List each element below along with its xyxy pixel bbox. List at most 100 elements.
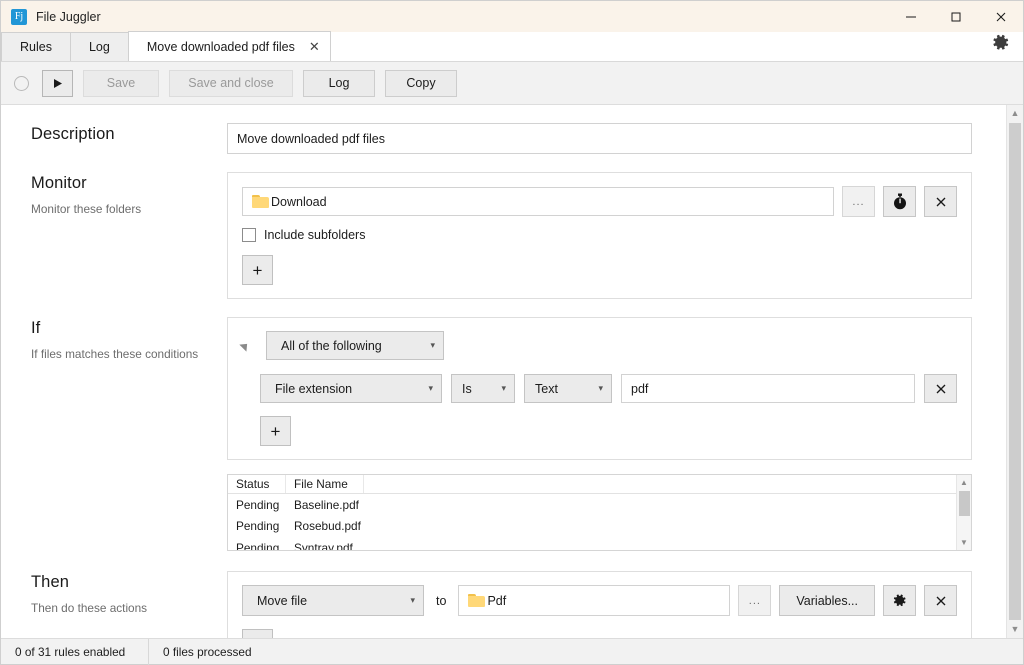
column-header-file-name[interactable]: File Name [286,475,364,493]
save-button[interactable]: Save [83,69,159,97]
main-scrollbar[interactable]: ▲ ▼ [1006,105,1023,638]
copy-button[interactable]: Copy [385,69,457,97]
table-scrollbar-thumb[interactable] [958,491,970,516]
chevron-down-icon: ▾ [501,383,506,393]
settings-gear-icon[interactable] [991,33,1010,57]
window-controls [888,1,1023,32]
action-to-label: to [436,593,447,608]
status-files-processed: 0 files processed [163,644,252,659]
cell-file-name: Baseline.pdf [294,497,359,512]
condition-field-value: File extension [275,381,353,396]
if-label-col: If If files matches these conditions [31,317,227,551]
condition-operator-combo[interactable]: Is ▾ [451,374,515,403]
scroll-down-icon[interactable]: ▼ [960,535,968,550]
close-icon[interactable] [978,1,1023,32]
action-type-combo[interactable]: Move file ▾ [242,585,424,616]
cell-file-name: Rosebud.pdf [294,519,361,534]
application-window: File Juggler Rules Log Move downloaded p… [0,0,1024,665]
action-settings-button[interactable] [883,585,916,616]
if-field-col: All of the following ▾ File extension ▾ … [227,317,972,551]
tab-move-downloaded-pdf-files[interactable]: Move downloaded pdf files ✕ [127,31,331,61]
condition-value-input[interactable]: pdf [621,374,915,403]
chevron-down-icon: ▾ [598,383,603,393]
action-remove-button[interactable] [924,585,957,616]
tab-label: Rules [20,40,52,54]
then-field-col: Move file ▾ to Pdf ... Variables... [227,571,972,638]
save-and-close-button[interactable]: Save and close [169,69,293,97]
cell-status: Pending [236,519,280,534]
scroll-down-icon[interactable]: ▼ [1011,621,1020,638]
monitor-panel: Download ... Include subfolders + [227,172,972,299]
table-row[interactable]: Pending Rosebud.pdf [228,516,956,538]
monitor-row: Monitor Monitor these folders Download .… [1,172,1006,299]
condition-operator-value: Is [462,381,472,396]
scroll-up-icon[interactable]: ▲ [960,475,968,490]
rule-enabled-toggle[interactable] [14,75,29,91]
column-header-blank[interactable] [364,475,956,493]
action-variables-button[interactable]: Variables... [779,585,875,616]
monitor-remove-button[interactable] [924,186,957,217]
description-value: Move downloaded pdf files [237,131,386,146]
action-destination-input[interactable]: Pdf [458,585,731,616]
if-title: If [31,319,41,337]
action-browse-button[interactable]: ... [738,585,772,616]
monitor-add-folder-button[interactable]: + [242,255,273,285]
rule-editor-content: Description Move downloaded pdf files Mo… [1,105,1006,638]
condition-value-type-value: Text [535,381,558,396]
tab-label: Log [88,40,110,54]
minimize-icon[interactable] [888,1,933,32]
table-scrollbar[interactable]: ▲ ▼ [956,475,971,550]
run-rule-button[interactable] [42,69,73,97]
title-bar: File Juggler [1,1,1023,32]
monitor-label-col: Monitor Monitor these folders [31,172,227,299]
description-label-col: Description [31,123,227,154]
if-panel: All of the following ▾ File extension ▾ … [227,317,972,460]
content-wrapper: Description Move downloaded pdf files Mo… [1,105,1023,638]
matched-files-table: Status File Name Pending Baseline.pdf Pe… [227,474,972,551]
match-mode-combo[interactable]: All of the following ▾ [266,331,444,360]
maximize-icon[interactable] [933,1,978,32]
scroll-up-icon[interactable]: ▲ [1011,105,1020,122]
monitor-browse-button[interactable]: ... [842,186,875,217]
column-header-status[interactable]: Status [228,475,286,493]
tab-close-icon[interactable]: ✕ [309,40,320,53]
description-field-col: Move downloaded pdf files [227,123,972,154]
main-scrollbar-thumb[interactable] [1009,123,1021,620]
monitor-folder-row: Download ... [242,186,957,217]
include-subfolders-label: Include subfolders [264,228,366,242]
monitor-folder-input[interactable]: Download [242,187,834,216]
tab-rules[interactable]: Rules [1,32,71,61]
description-input[interactable]: Move downloaded pdf files [227,123,972,154]
tab-bar: Rules Log Move downloaded pdf files ✕ [1,31,1023,62]
collapse-triangle-icon[interactable] [239,339,251,352]
condition-value-type-combo[interactable]: Text ▾ [524,374,612,403]
match-mode-row: All of the following ▾ [239,331,957,360]
monitor-subtitle: Monitor these folders [31,202,142,216]
tab-log[interactable]: Log [69,32,129,61]
chevron-down-icon: ▾ [428,383,433,393]
chevron-down-icon: ▾ [430,340,435,350]
include-subfolders-checkbox[interactable] [242,228,256,242]
description-title: Description [31,125,115,143]
condition-row: File extension ▾ Is ▾ Text ▾ pdf [242,374,957,403]
condition-remove-button[interactable] [924,374,957,403]
table-row[interactable]: Pending Syntray.pdf [228,537,956,551]
cell-status: Pending [236,540,280,551]
folder-icon [252,195,269,208]
table-row[interactable]: Pending Baseline.pdf [228,494,956,516]
monitor-folder-value: Download [271,194,327,209]
if-add-condition-button[interactable]: + [260,416,291,446]
chevron-down-icon: ▾ [410,595,415,605]
monitor-timer-button[interactable] [883,186,916,217]
action-browse-label: ... [748,594,761,607]
folder-icon [468,594,486,607]
if-row: If If files matches these conditions All… [1,317,1006,551]
action-type-value: Move file [257,593,308,608]
then-add-action-button[interactable]: + [242,629,273,638]
condition-value: pdf [631,381,649,396]
condition-field-combo[interactable]: File extension ▾ [260,374,442,403]
status-rules-enabled: 0 of 31 rules enabled [1,638,149,665]
log-button[interactable]: Log [303,69,375,97]
cell-status: Pending [236,497,280,512]
include-subfolders-row[interactable]: Include subfolders [242,228,957,242]
